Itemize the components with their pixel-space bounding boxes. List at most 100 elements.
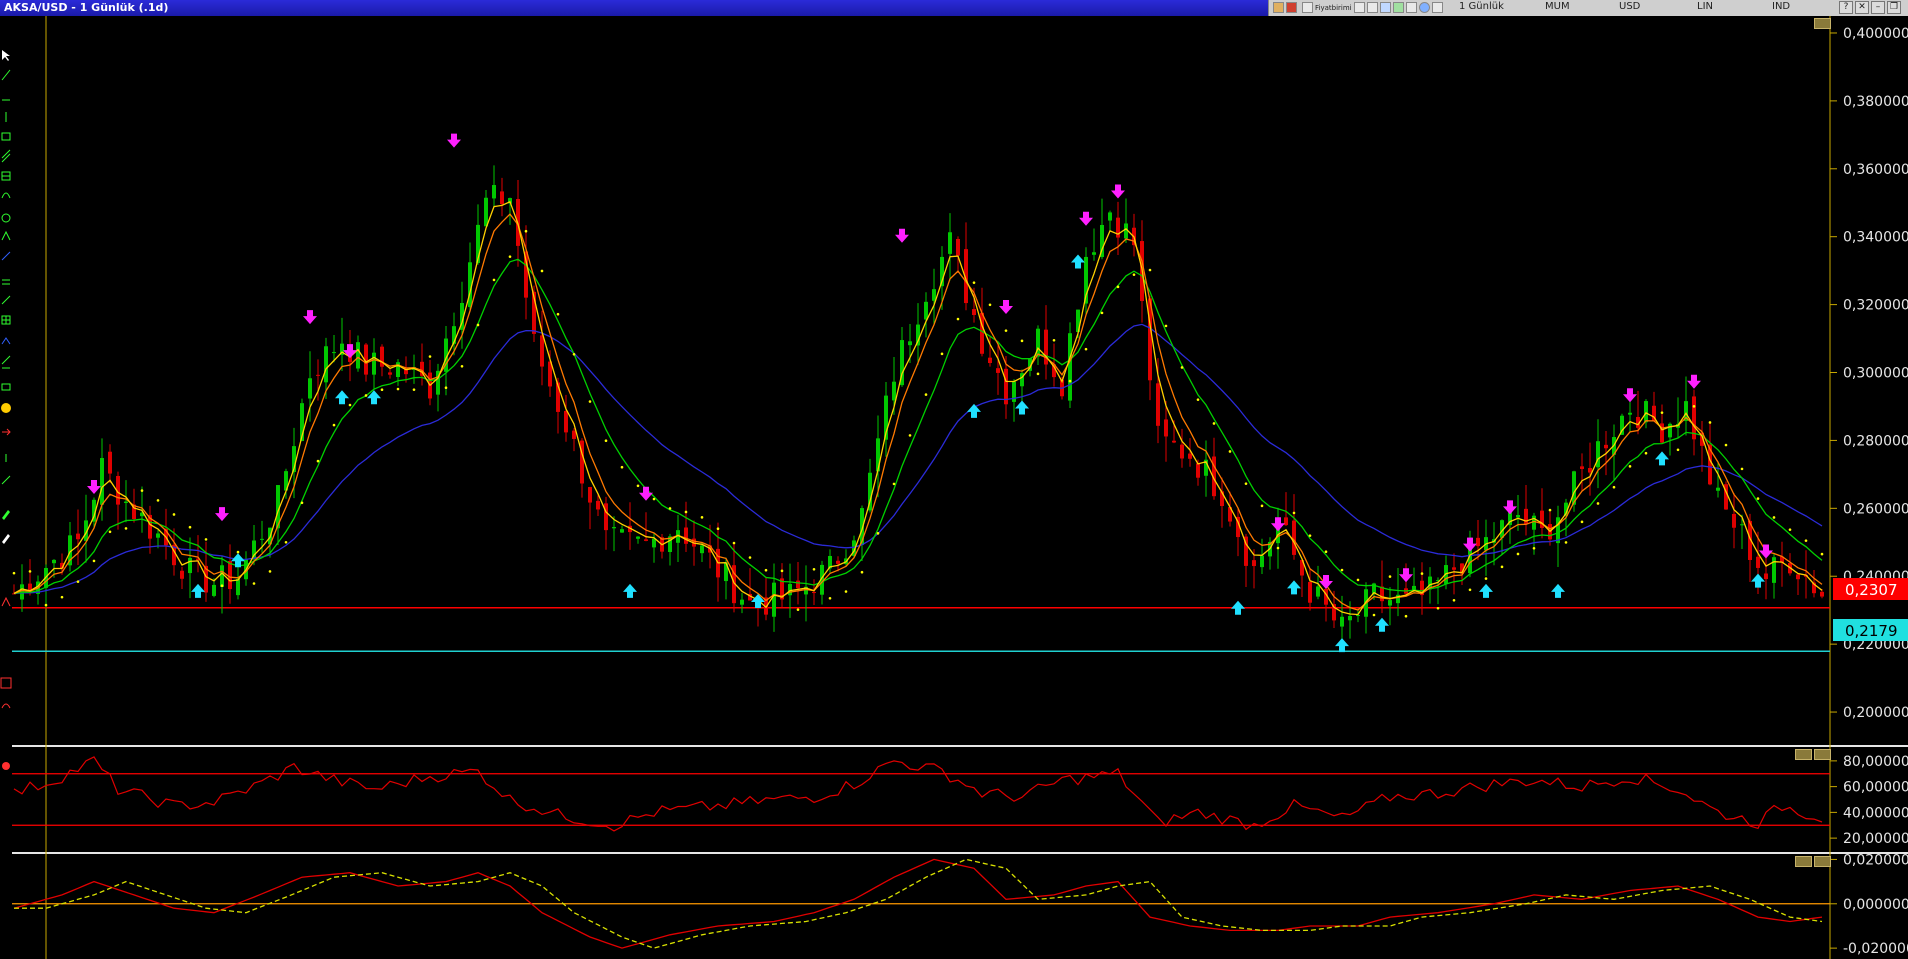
price-y-tick-label: 0,360000 (1843, 162, 1908, 178)
parabolic-sar-dot (60, 595, 64, 599)
sell-signal-arrow (1503, 500, 1517, 515)
parabolic-sar-dot (556, 312, 560, 316)
parabolic-sar-dot (972, 281, 976, 284)
parabolic-sar-dot (1388, 575, 1392, 578)
parabolic-sar-dot (1788, 528, 1792, 531)
price-plot (12, 133, 1830, 653)
parabolic-sar-dot (1244, 482, 1248, 485)
parabolic-sar-dot (588, 400, 592, 403)
parabolic-sar-dot (172, 513, 176, 516)
candle-body (1260, 555, 1264, 568)
parabolic-sar-dot (940, 352, 944, 356)
parabolic-sar-dot (1724, 443, 1728, 447)
candle-body (1740, 524, 1744, 526)
parabolic-sar-dot (140, 489, 144, 492)
parabolic-sar-dot (1820, 552, 1824, 556)
parabolic-sar-dot (44, 603, 48, 607)
parabolic-sar-dot (380, 388, 384, 392)
parabolic-sar-dot (908, 434, 912, 437)
price-y-tick-label: 0,300000 (1843, 366, 1908, 382)
candle-body (356, 342, 360, 369)
parabolic-sar-dot (1372, 613, 1376, 617)
buy-signal-arrow (967, 403, 981, 418)
parabolic-sar-dot (1068, 379, 1072, 383)
candle-body (76, 533, 80, 540)
parabolic-sar-dot (1196, 398, 1200, 401)
macd-y-tick-label: 0,000000 (1843, 897, 1908, 913)
sell-signal-arrow (1079, 211, 1093, 226)
candle-body (324, 346, 328, 383)
rsi-panel-settings-button[interactable] (1795, 749, 1812, 760)
candle-body (924, 301, 928, 320)
chart-area[interactable]: 0,400000 0,380000 0,360000 0,340000 0,320000… (0, 0, 1908, 959)
parabolic-sar-dot (1548, 508, 1552, 512)
parabolic-sar-dot (236, 550, 240, 554)
parabolic-sar-dot (300, 501, 304, 505)
parabolic-sar-dot (1468, 588, 1472, 592)
parabolic-sar-dot (1772, 516, 1776, 519)
sell-signal-arrow (1271, 517, 1285, 532)
candle-body (1732, 513, 1736, 528)
candle-body (540, 335, 544, 367)
candle-body (1180, 444, 1184, 459)
candle-body (572, 430, 576, 439)
parabolic-sar-dot (1228, 450, 1232, 453)
parabolic-sar-dot (92, 559, 96, 563)
price-panel-settings-button[interactable] (1814, 18, 1831, 29)
parabolic-sar-dot (28, 570, 32, 573)
candle-body (1452, 567, 1456, 570)
parabolic-sar-dot (1500, 565, 1504, 569)
parabolic-sar-dot (1292, 511, 1296, 515)
rsi-panel-close-button[interactable] (1814, 749, 1831, 760)
candle-body (1284, 517, 1288, 526)
parabolic-sar-dot (1660, 411, 1664, 414)
parabolic-sar-dot (1036, 372, 1040, 376)
macd-y-tick-label: -0,020000 (1843, 941, 1908, 957)
sell-signal-arrow (1687, 374, 1701, 389)
parabolic-sar-dot (924, 393, 928, 396)
candle-body (1716, 487, 1720, 491)
parabolic-sar-dot (1004, 329, 1008, 332)
macd-panel-close-button[interactable] (1814, 856, 1831, 867)
candle-body (188, 557, 192, 574)
sell-signal-arrow (999, 300, 1013, 314)
price-y-tick-label: 0,340000 (1843, 230, 1908, 246)
candle-body (492, 185, 496, 199)
candle-body (1340, 616, 1344, 627)
parabolic-sar-dot (668, 507, 672, 510)
rsi-line (13, 756, 1823, 832)
candle-body (564, 410, 568, 433)
parabolic-sar-dot (332, 423, 336, 427)
candle-body (332, 352, 336, 354)
candle-body (212, 584, 216, 596)
parabolic-sar-dot (188, 525, 192, 529)
parabolic-sar-dot (1116, 285, 1120, 289)
parabolic-sar-dot (1628, 465, 1632, 468)
parabolic-sar-dot (1164, 324, 1168, 328)
parabolic-sar-dot (1212, 422, 1216, 425)
parabolic-sar-dot (396, 387, 400, 391)
parabolic-sar-dot (988, 303, 992, 307)
parabolic-sar-dot (796, 608, 800, 611)
rsi-y-tick-label: 60,000000 (1843, 780, 1908, 796)
parabolic-sar-dot (780, 569, 784, 573)
candle-body (1796, 574, 1800, 580)
macd-panel-settings-button[interactable] (1795, 856, 1812, 867)
candle-body (372, 352, 376, 375)
parabolic-sar-dot (620, 465, 624, 469)
candle-body (1092, 252, 1096, 255)
candle-body (1756, 556, 1760, 568)
candle-body (1308, 581, 1312, 603)
parabolic-sar-dot (1180, 366, 1184, 369)
candle-body (796, 580, 800, 589)
buy-signal-arrow (751, 594, 765, 608)
candle-body (908, 341, 912, 346)
candle-body (1068, 333, 1072, 401)
candle-body (1772, 557, 1776, 583)
parabolic-sar-dot (316, 459, 320, 463)
parabolic-sar-dot (428, 355, 432, 358)
sell-signal-arrow (303, 310, 317, 325)
cyan-level-label: 0,2179 (1845, 622, 1898, 640)
price-y-tick-label: 0,260000 (1843, 501, 1908, 517)
price-y-tick-label: 0,320000 (1843, 298, 1908, 314)
